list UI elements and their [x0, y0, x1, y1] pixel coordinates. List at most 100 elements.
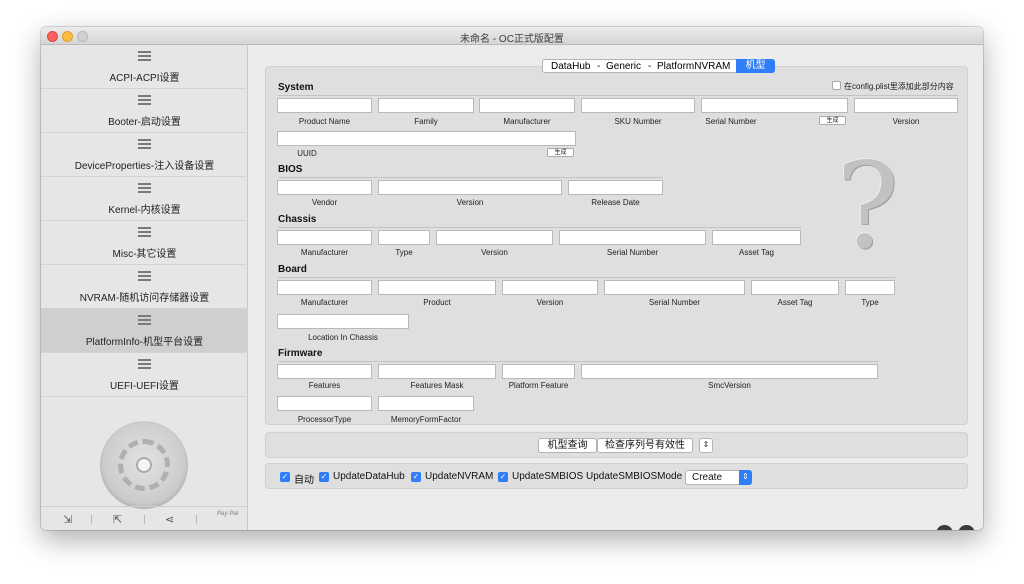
board-serial-number-input[interactable]	[604, 280, 745, 295]
label-bios-version: Version	[456, 198, 484, 207]
section-firmware-title: Firmware	[278, 348, 323, 359]
label-board-serial-number: Serial Number	[648, 298, 701, 307]
firmware-features-mask-input[interactable]	[378, 364, 496, 379]
chassis-manufacturer-input[interactable]	[277, 230, 372, 245]
label-memory-form-factor: MemoryFormFactor	[390, 415, 462, 424]
model-query-button[interactable]: 机型查询	[538, 438, 597, 453]
sidebar-item-label: ACPI-ACPI设置	[109, 73, 180, 84]
generate-serial-button[interactable]: 生成	[819, 116, 846, 125]
label-board-manufacturer: Manufacturer	[300, 298, 349, 307]
processor-type-input[interactable]	[277, 396, 372, 411]
product-name-input[interactable]	[277, 98, 372, 113]
update-smbios-checkbox[interactable]: ✓	[498, 472, 508, 482]
bios-version-input[interactable]	[378, 180, 562, 195]
check-serial-button[interactable]: 检查序列号有效性	[597, 438, 693, 453]
update-smbios-mode-select[interactable]: Create ⇕	[685, 470, 752, 485]
window-title: 未命名 - OC正式版配置	[460, 34, 564, 45]
import-icon[interactable]: ⇲	[63, 513, 72, 526]
chassis-type-input[interactable]	[378, 230, 430, 245]
label-board-location: Location In Chassis	[308, 333, 378, 342]
sidebar-item-nvram[interactable]: NVRAM-随机访问存储器设置	[41, 265, 248, 309]
label-board-product: Product	[423, 298, 451, 307]
auto-checkbox[interactable]: ✓	[280, 472, 290, 482]
board-type-input[interactable]	[845, 280, 895, 295]
sidebar-item-label: PlatformInfo-机型平台设置	[85, 337, 204, 348]
stepper-control[interactable]: ⇕	[699, 438, 713, 453]
sidebar-item-acpi[interactable]: ACPI-ACPI设置	[41, 45, 248, 89]
label-bios-vendor: Vendor	[311, 198, 338, 207]
chassis-asset-tag-input[interactable]	[712, 230, 801, 245]
label-uuid: UUID	[297, 149, 317, 158]
label-smc-version: SmcVersion	[708, 381, 751, 390]
label-family: Family	[414, 117, 438, 126]
label-chassis-asset-tag: Asset Tag	[739, 248, 774, 257]
auto-label: 自动	[294, 475, 314, 486]
sidebar-item-booter[interactable]: Booter-启动设置	[41, 89, 248, 133]
manufacturer-input[interactable]	[479, 98, 575, 113]
list-menu-icon[interactable]: ≡	[958, 525, 975, 530]
label-chassis-type: Type	[395, 248, 413, 257]
app-window: 未命名 - OC正式版配置 ACPI-ACPI设置 Booter-启动设置 De…	[41, 27, 983, 530]
label-serial-number: Serial Number	[705, 117, 757, 126]
sidebar-item-misc[interactable]: Misc-其它设置	[41, 221, 248, 265]
memory-form-factor-input[interactable]	[378, 396, 474, 411]
section-chassis-title: Chassis	[278, 214, 317, 225]
section-system-title: System	[278, 82, 314, 93]
tab-generic[interactable]: Generic	[606, 61, 641, 72]
family-input[interactable]	[378, 98, 474, 113]
sidebar-item-label: Kernel-内核设置	[108, 205, 181, 216]
serial-number-input[interactable]	[701, 98, 848, 113]
title-bar: 未命名 - OC正式版配置	[41, 27, 983, 45]
share-icon[interactable]: ⋖	[165, 513, 174, 526]
sidebar-item-uefi[interactable]: UEFI-UEFI设置	[41, 353, 248, 397]
update-nvram-checkbox[interactable]: ✓	[411, 472, 421, 482]
update-smbios-label: UpdateSMBIOS	[512, 471, 584, 482]
smc-version-input[interactable]	[581, 364, 878, 379]
sku-number-input[interactable]	[581, 98, 695, 113]
label-features: Features	[308, 381, 341, 390]
platform-feature-input[interactable]	[502, 364, 575, 379]
chassis-serial-number-input[interactable]	[559, 230, 706, 245]
board-product-input[interactable]	[378, 280, 496, 295]
label-chassis-manufacturer: Manufacturer	[300, 248, 349, 257]
board-asset-tag-input[interactable]	[751, 280, 839, 295]
version-input[interactable]	[854, 98, 958, 113]
update-smbios-mode-label: UpdateSMBIOSMode	[586, 471, 683, 482]
disk-logo	[100, 421, 188, 509]
chassis-version-input[interactable]	[436, 230, 553, 245]
bios-vendor-input[interactable]	[277, 180, 372, 195]
firmware-features-input[interactable]	[277, 364, 372, 379]
bios-release-date-input[interactable]	[568, 180, 663, 195]
question-mark-icon: ?	[836, 137, 900, 275]
generate-uuid-button[interactable]: 生成	[547, 148, 574, 157]
add-to-config-checkbox[interactable]	[832, 81, 841, 90]
tab-platformnvram[interactable]: PlatformNVRAM	[657, 61, 730, 72]
label-features-mask: Features Mask	[410, 381, 464, 390]
list-icon	[138, 227, 151, 238]
board-version-input[interactable]	[502, 280, 598, 295]
list-icon	[138, 315, 151, 326]
label-version: Version	[892, 117, 920, 126]
tab-datahub[interactable]: DataHub	[551, 61, 590, 72]
sidebar-item-kernel[interactable]: Kernel-内核设置	[41, 177, 248, 221]
uuid-input[interactable]	[277, 131, 576, 146]
label-processor-type: ProcessorType	[297, 415, 352, 424]
export-icon[interactable]: ⇱	[113, 513, 122, 526]
board-location-input[interactable]	[277, 314, 409, 329]
options-bar: ✓ 自动 ✓ UpdateDataHub ✓ UpdateNVRAM ✓ Upd…	[265, 463, 968, 489]
sidebar-item-platforminfo[interactable]: PlatformInfo-机型平台设置	[41, 309, 248, 353]
board-manufacturer-input[interactable]	[277, 280, 372, 295]
label-board-type: Type	[861, 298, 879, 307]
paypal-icon[interactable]: Pay Pal	[217, 511, 238, 518]
tab-model[interactable]: 机型	[736, 59, 775, 73]
action-bar: 机型查询 检查序列号有效性 ⇕	[265, 432, 968, 458]
list-icon	[138, 51, 151, 62]
label-chassis-serial-number: Serial Number	[606, 248, 659, 257]
section-bios-title: BIOS	[278, 164, 303, 175]
list-icon	[138, 139, 151, 150]
chevron-updown-icon: ⇕	[739, 470, 752, 485]
update-datahub-checkbox[interactable]: ✓	[319, 472, 329, 482]
swap-icon[interactable]: ⇆	[936, 525, 953, 530]
add-to-config-label: 在config.plist里添加此部分内容	[844, 82, 954, 91]
sidebar-item-deviceproperties[interactable]: DeviceProperties-注入设备设置	[41, 133, 248, 177]
